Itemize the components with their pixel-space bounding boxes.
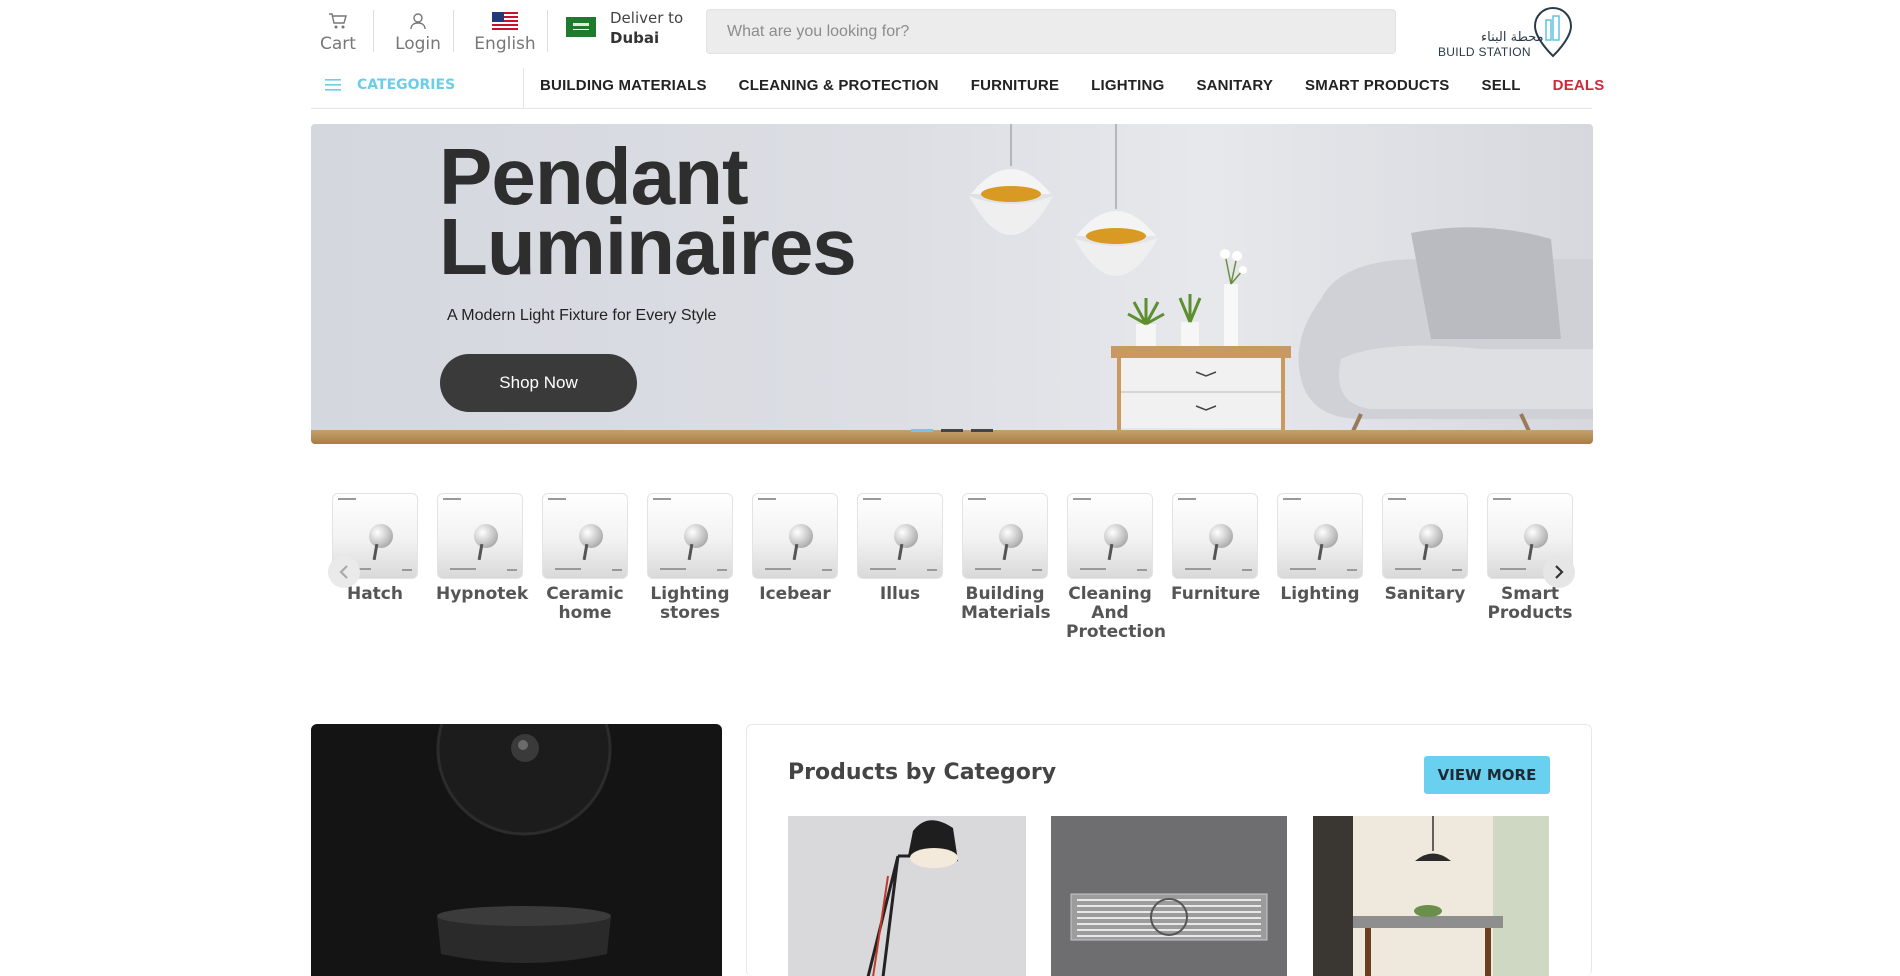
header-divider <box>453 10 454 52</box>
login-label: Login <box>395 34 441 54</box>
nav-item-sanitary[interactable]: SANITARY <box>1196 77 1273 94</box>
nav-item-smart-products[interactable]: SMART PRODUCTS <box>1305 77 1449 94</box>
brand-item[interactable]: Icebear <box>751 493 839 623</box>
slide-dot[interactable] <box>911 429 933 432</box>
brand-thumbnail <box>1067 493 1153 579</box>
floor-lamp-image <box>866 820 958 976</box>
categories-label: CATEGORIES <box>357 77 456 93</box>
floor-drain-image <box>1070 893 1268 941</box>
brand-name: Lighting <box>1280 584 1360 604</box>
language-label: English <box>474 34 536 54</box>
nav-item-lighting[interactable]: LIGHTING <box>1091 77 1164 94</box>
brand-item[interactable]: Illus <box>856 493 944 623</box>
cart-button[interactable]: Cart <box>319 8 357 54</box>
brand-thumbnail <box>1172 493 1258 579</box>
brand-name: Lighting stores <box>650 584 730 623</box>
brand-item[interactable]: Sanitary <box>1381 493 1469 623</box>
hero-slide-indicators <box>911 429 1001 432</box>
search-input[interactable] <box>707 10 1395 53</box>
slide-dot[interactable] <box>941 429 963 432</box>
language-selector[interactable]: English <box>471 8 539 54</box>
brand-name: Icebear <box>759 584 831 604</box>
brand-thumbnail <box>1382 493 1468 579</box>
chevron-right-icon <box>1555 565 1564 579</box>
armchair-image <box>1298 227 1593 444</box>
brand-item[interactable]: Ceramic home <box>541 493 629 623</box>
section-title: Products by Category <box>788 760 1057 785</box>
build-station-logo[interactable]: محطة البناء BUILD STATION <box>1426 6 1576 60</box>
brand-item[interactable]: Cleaning And Protection <box>1066 493 1166 642</box>
slide-dot[interactable] <box>971 429 993 432</box>
brand-item[interactable]: Building Materials <box>961 493 1051 623</box>
user-icon <box>410 13 426 30</box>
brand-name: Smart Products <box>1487 584 1573 623</box>
brand-item[interactable]: Lighting stores <box>646 493 734 623</box>
view-more-button[interactable]: VIEW MORE <box>1424 756 1550 794</box>
nav-menu: BUILDING MATERIALS CLEANING & PROTECTION… <box>540 77 1637 94</box>
hero-banner[interactable]: Pendant Luminaires A Modern Light Fixtur… <box>311 124 1593 444</box>
categories-menu-button[interactable]: CATEGORIES <box>325 77 455 93</box>
brand-name: Cleaning And Protection <box>1066 584 1166 642</box>
nav-item-deals[interactable]: DEALS <box>1553 77 1605 94</box>
brand-thumbnail <box>1277 493 1363 579</box>
chevron-left-icon <box>339 565 348 579</box>
us-flag-icon <box>492 12 518 30</box>
search-bar <box>706 9 1396 54</box>
carousel-next-button[interactable] <box>1543 556 1575 588</box>
cart-label: Cart <box>320 34 356 54</box>
deliver-to-label: Deliver to <box>610 9 684 27</box>
brand-name: Hypnotek <box>436 584 529 604</box>
dining-room-image <box>1313 816 1549 976</box>
brand-name: Illus <box>879 584 921 604</box>
logo-english-text: BUILD STATION <box>1438 45 1531 59</box>
deliver-to-selector[interactable]: Deliver to Dubai <box>566 8 683 48</box>
brand-item[interactable]: Lighting <box>1276 493 1364 623</box>
category-card-furniture[interactable] <box>1313 816 1549 976</box>
brand-thumbnail <box>542 493 628 579</box>
deliver-city: Dubai <box>610 29 660 47</box>
saudi-flag-icon <box>566 17 596 37</box>
logo-pin-icon <box>1533 6 1573 58</box>
brand-name: Ceramic home <box>546 584 624 623</box>
side-table-image <box>1111 249 1291 430</box>
top-header: Cart Login English Deliver to Dubai محطة… <box>311 0 1592 62</box>
brand-thumbnail <box>857 493 943 579</box>
carousel-prev-button[interactable] <box>328 556 360 588</box>
hero-title: Pendant Luminaires <box>439 137 959 287</box>
shop-now-button[interactable]: Shop Now <box>440 354 637 412</box>
nav-item-building-materials[interactable]: BUILDING MATERIALS <box>540 77 707 94</box>
brand-name: Building Materials <box>961 584 1051 623</box>
brand-thumbnail <box>752 493 838 579</box>
nav-item-furniture[interactable]: FURNITURE <box>971 77 1059 94</box>
nav-item-sell[interactable]: SELL <box>1482 77 1521 94</box>
login-button[interactable]: Login <box>391 8 445 54</box>
brand-item[interactable]: Hypnotek <box>436 493 529 623</box>
basin-image <box>436 724 612 963</box>
brand-item[interactable]: Furniture <box>1171 493 1261 623</box>
header-divider <box>373 10 374 52</box>
promo-banner[interactable] <box>311 724 722 976</box>
cart-icon <box>329 13 347 29</box>
nav-item-cleaning-protection[interactable]: CLEANING & PROTECTION <box>739 77 939 94</box>
nav-divider <box>523 68 524 108</box>
brand-carousel: Hatch Hypnotek Ceramic home Lighting store… <box>311 490 1593 650</box>
hero-title-line2: Luminaires <box>439 202 857 291</box>
brand-name: Furniture <box>1171 584 1261 604</box>
brand-thumbnail <box>962 493 1048 579</box>
hamburger-icon <box>325 79 341 91</box>
header-divider <box>547 10 548 52</box>
floor-decoration <box>311 430 1593 444</box>
brand-thumbnail <box>437 493 523 579</box>
hero-subtitle: A Modern Light Fixture for Every Style <box>447 307 717 324</box>
category-card-sanitary[interactable] <box>1051 816 1287 976</box>
brand-thumbnail <box>647 493 733 579</box>
brand-name: Sanitary <box>1384 584 1466 604</box>
category-card-lighting[interactable] <box>788 816 1026 976</box>
products-by-category-section: Products by Category VIEW MORE <box>746 724 1592 976</box>
brand-name: Hatch <box>346 584 403 604</box>
main-navigation: CATEGORIES BUILDING MATERIALS CLEANING &… <box>311 68 1604 109</box>
